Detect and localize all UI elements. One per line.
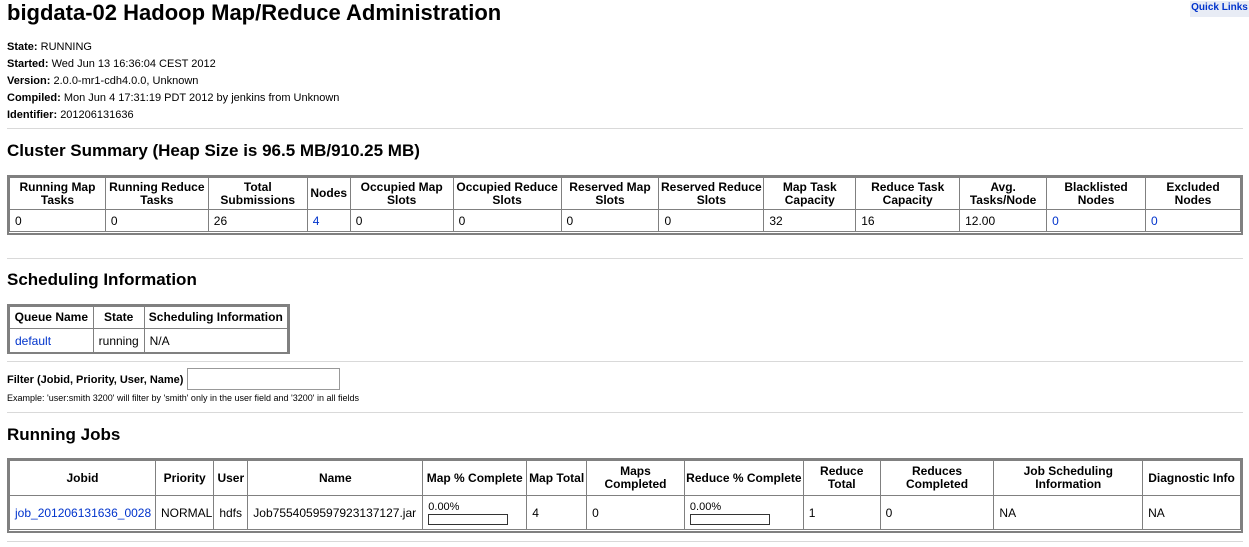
- col-header: Map Total: [526, 460, 588, 496]
- col-header: Map % Complete: [422, 460, 528, 496]
- identifier-line: Identifier: 201206131636: [7, 109, 134, 121]
- col-header: Running Map Tasks: [9, 177, 106, 210]
- col-header: Scheduling Information: [143, 306, 289, 329]
- started-line: Started: Wed Jun 13 16:36:04 CEST 2012: [7, 58, 216, 70]
- col-header: Priority: [154, 460, 215, 496]
- jobid-cell: job_201206131636_0028: [9, 495, 156, 530]
- col-header: Excluded Nodes: [1145, 177, 1241, 210]
- reduce-percent: 0.00%: [689, 500, 722, 513]
- cluster-summary-table: Running Map Tasks Running Reduce Tasks T…: [9, 177, 1241, 232]
- col-header: User: [213, 460, 249, 496]
- filter-input[interactable]: [187, 368, 340, 390]
- col-header: Maps Completed: [586, 460, 685, 496]
- blacklisted-nodes-cell: 0: [1046, 209, 1146, 232]
- col-header: Queue Name: [9, 306, 94, 329]
- reserved-reduce-slots-value: 0: [658, 209, 765, 232]
- cluster-summary-heading: Cluster Summary (Heap Size is 96.5 MB/91…: [7, 141, 420, 160]
- running-jobs-table: Jobid Priority User Name Map % Complete …: [9, 460, 1241, 530]
- queue-name-cell: default: [9, 328, 94, 353]
- job-user: hdfs: [213, 495, 249, 530]
- filter-example: Example: 'user:smith 3200' will filter b…: [7, 393, 359, 403]
- map-total: 4: [526, 495, 588, 530]
- running-jobs-heading: Running Jobs: [7, 425, 121, 444]
- reduce-complete-cell: 0.00%: [683, 495, 804, 530]
- col-header: State: [92, 306, 145, 329]
- reserved-map-slots-value: 0: [560, 209, 660, 232]
- reduce-progress-bar: [689, 513, 770, 525]
- version-line: Version: 2.0.0-mr1-cdh4.0.0, Unknown: [7, 75, 199, 87]
- total-submissions-value: 26: [207, 209, 308, 232]
- started-value: Wed Jun 13 16:36:04 CEST 2012: [51, 58, 216, 70]
- scheduling-table: Queue Name State Scheduling Information …: [9, 306, 289, 353]
- identifier-value: 201206131636: [60, 109, 134, 121]
- diagnostic-info: NA: [1142, 495, 1241, 530]
- divider: [7, 361, 1243, 362]
- map-percent: 0.00%: [428, 500, 460, 513]
- excluded-nodes-link[interactable]: 0: [1151, 214, 1158, 228]
- col-header: Reduces Completed: [879, 460, 995, 496]
- map-complete-cell: 0.00%: [422, 495, 528, 530]
- cluster-summary-values-row: 0 0 26 4 0 0 0 0 32 16 12.00 0 0: [9, 209, 1241, 232]
- compiled-line: Compiled: Mon Jun 4 17:31:19 PDT 2012 by…: [7, 92, 340, 104]
- col-header: Reduce Total: [802, 460, 881, 496]
- queue-link[interactable]: default: [15, 334, 51, 348]
- job-name: Job7554059597923137127.jar: [247, 495, 424, 530]
- col-header: Name: [247, 460, 424, 496]
- quick-links-link[interactable]: Quick Links: [1190, 1, 1249, 17]
- filter-label: Filter (Jobid, Priority, User, Name): [7, 374, 184, 386]
- scheduling-heading: Scheduling Information: [7, 270, 197, 289]
- col-header: Reserved Map Slots: [560, 177, 660, 210]
- occupied-reduce-slots-value: 0: [452, 209, 562, 232]
- version-value: 2.0.0-mr1-cdh4.0.0, Unknown: [53, 75, 199, 87]
- blacklisted-nodes-link[interactable]: 0: [1052, 214, 1059, 228]
- col-header: Running Reduce Tasks: [104, 177, 209, 210]
- col-header: Jobid: [9, 460, 156, 496]
- page-title: bigdata-02 Hadoop Map/Reduce Administrat…: [7, 0, 502, 25]
- scheduling-header-row: Queue Name State Scheduling Information: [9, 306, 289, 329]
- cluster-summary-header-row: Running Map Tasks Running Reduce Tasks T…: [9, 177, 1241, 210]
- nodes-link[interactable]: 4: [313, 214, 320, 228]
- table-row: default running N/A: [9, 328, 289, 353]
- avg-tasks-per-node-value: 12.00: [959, 209, 1048, 232]
- col-header: Reserved Reduce Slots: [658, 177, 765, 210]
- job-priority: NORMAL: [154, 495, 215, 530]
- col-header: Avg. Tasks/Node: [959, 177, 1048, 210]
- col-header: Occupied Map Slots: [349, 177, 454, 210]
- map-progress-bar: [428, 513, 509, 525]
- col-header: Reduce Task Capacity: [855, 177, 961, 210]
- divider: [7, 541, 1243, 542]
- col-header: Nodes: [306, 177, 351, 210]
- divider: [7, 412, 1243, 413]
- table-row: job_201206131636_0028 NORMAL hdfs Job755…: [9, 495, 1241, 530]
- divider: [7, 258, 1243, 259]
- col-header: Occupied Reduce Slots: [452, 177, 562, 210]
- reduces-completed: 0: [879, 495, 995, 530]
- running-reduce-tasks-value: 0: [104, 209, 209, 232]
- col-header: Total Submissions: [207, 177, 308, 210]
- col-header: Job Scheduling Information: [993, 460, 1144, 496]
- state-value: RUNNING: [40, 41, 92, 53]
- map-task-capacity-value: 32: [763, 209, 857, 232]
- divider: [7, 128, 1243, 129]
- queue-scheduling-info: N/A: [143, 328, 289, 353]
- reduce-task-capacity-value: 16: [855, 209, 961, 232]
- job-scheduling-info: NA: [993, 495, 1144, 530]
- job-link[interactable]: job_201206131636_0028: [15, 506, 151, 520]
- running-map-tasks-value: 0: [9, 209, 106, 232]
- nodes-cell: 4: [306, 209, 351, 232]
- col-header: Reduce % Complete: [683, 460, 804, 496]
- compiled-value: Mon Jun 4 17:31:19 PDT 2012 by jenkins f…: [63, 92, 340, 104]
- col-header: Blacklisted Nodes: [1046, 177, 1146, 210]
- col-header: Map Task Capacity: [763, 177, 857, 210]
- running-jobs-header-row: Jobid Priority User Name Map % Complete …: [9, 460, 1241, 496]
- reduce-total: 1: [802, 495, 881, 530]
- jobtracker-info: State: RUNNING Started: Wed Jun 13 16:36…: [7, 39, 339, 124]
- state-line: State: RUNNING: [7, 41, 92, 53]
- queue-state: running: [92, 328, 145, 353]
- excluded-nodes-cell: 0: [1145, 209, 1241, 232]
- occupied-map-slots-value: 0: [349, 209, 454, 232]
- col-header: Diagnostic Info: [1142, 460, 1241, 496]
- maps-completed: 0: [586, 495, 685, 530]
